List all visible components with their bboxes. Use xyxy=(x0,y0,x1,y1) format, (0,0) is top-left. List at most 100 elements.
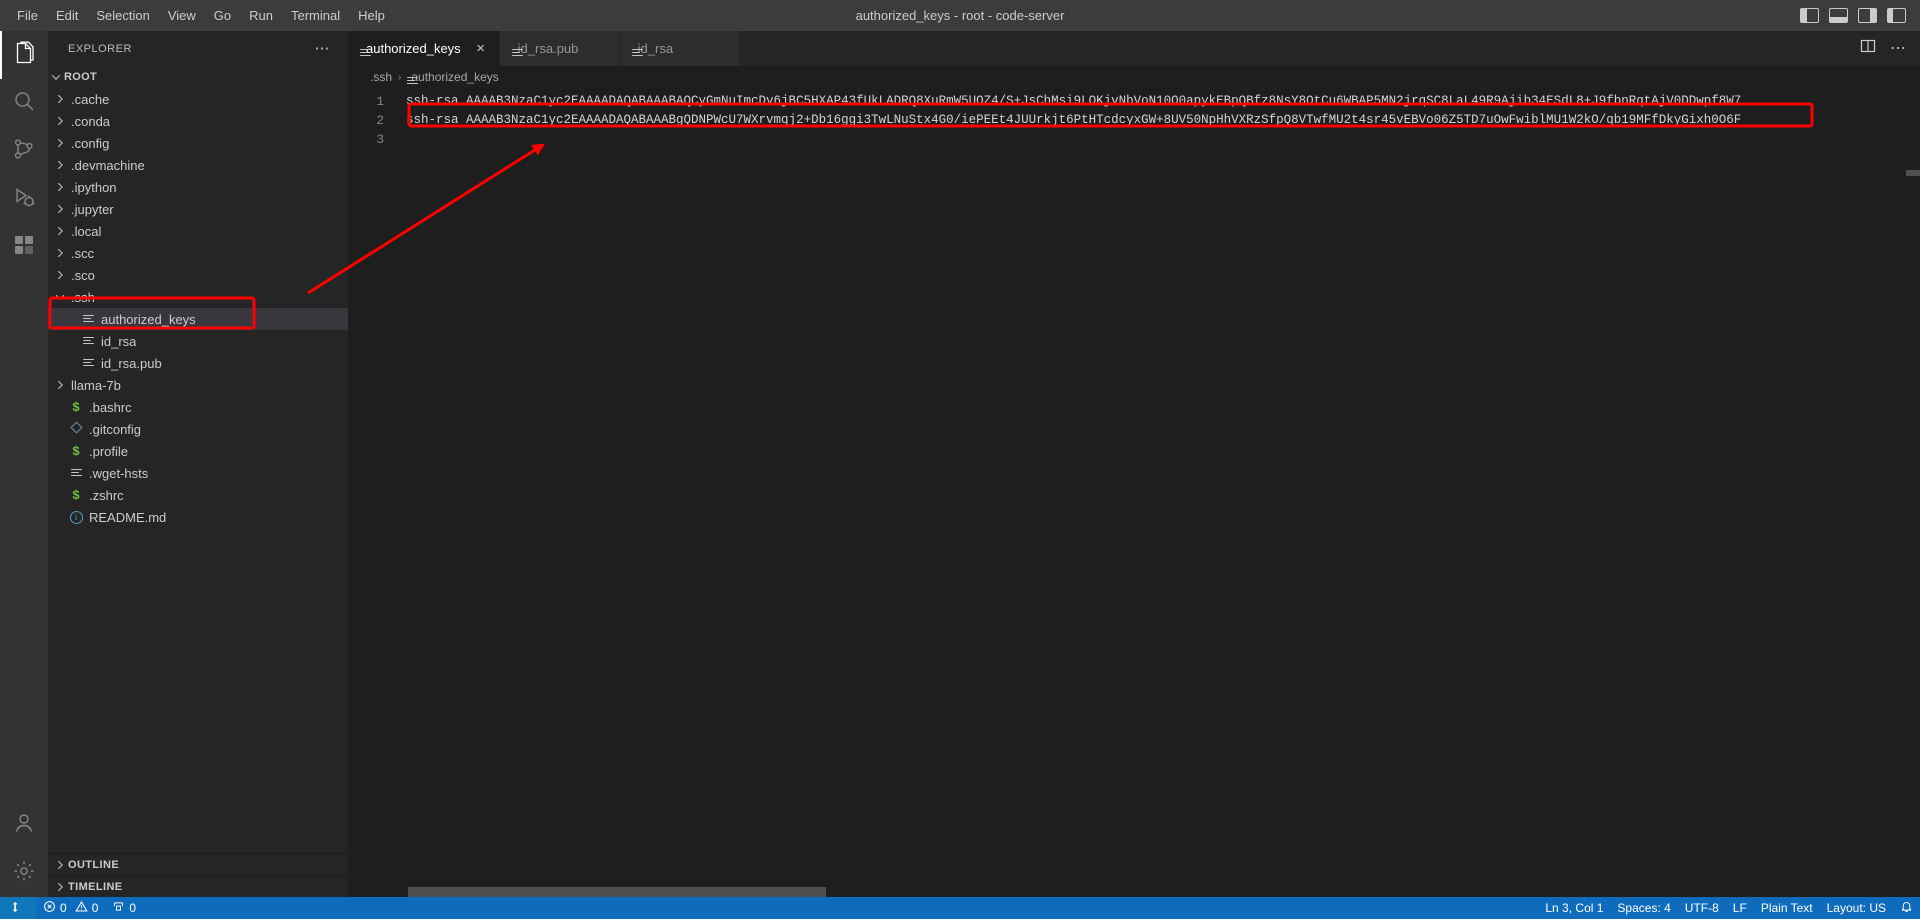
tree-item-ipython[interactable]: .ipython xyxy=(48,176,348,198)
tree-item-bashrc[interactable]: $ .bashrc xyxy=(48,396,348,418)
code-content[interactable]: ssh-rsa AAAAB3NzaC1yc2EAAAADAQABAAABAQCy… xyxy=(406,88,1920,897)
toggle-panel-icon[interactable] xyxy=(1829,8,1848,23)
tree-item-scc[interactable]: .scc xyxy=(48,242,348,264)
activity-bar-item-source-control[interactable] xyxy=(0,127,48,175)
activity-bar-item-manage[interactable] xyxy=(0,849,48,897)
toggle-secondary-sidebar-icon[interactable] xyxy=(1858,8,1877,23)
editor-vertical-scrollbar-thumb[interactable] xyxy=(1906,170,1920,176)
tree-item-label: .ssh xyxy=(71,289,95,305)
menu-item-edit[interactable]: Edit xyxy=(47,5,87,27)
status-notifications[interactable] xyxy=(1893,897,1920,919)
tree-item-config[interactable]: .config xyxy=(48,132,348,154)
tree-item-conda[interactable]: .conda xyxy=(48,110,348,132)
editor-tab-authorized-keys[interactable]: authorized_keys × xyxy=(348,31,500,66)
code-line[interactable] xyxy=(406,130,1920,149)
breadcrumb-item--ssh[interactable]: .ssh xyxy=(370,70,392,84)
tree-root-row[interactable]: ROOT xyxy=(48,66,348,88)
editor-tab-id-rsa-pub[interactable]: id_rsa.pub xyxy=(499,31,620,66)
tree-item-cache[interactable]: .cache xyxy=(48,88,348,110)
tree-item-id-rsa-pub[interactable]: id_rsa.pub xyxy=(48,352,348,374)
activity-bar-item-explorer[interactable] xyxy=(0,31,48,79)
chevron-right-icon[interactable] xyxy=(52,242,68,264)
tree-item-local[interactable]: .local xyxy=(48,220,348,242)
menu-item-view[interactable]: View xyxy=(159,5,205,27)
editor-tab-label: id_rsa xyxy=(637,41,674,56)
chevron-down-icon[interactable] xyxy=(52,286,68,308)
status-ports[interactable]: 0 xyxy=(105,897,143,919)
explorer-title: EXPLORER xyxy=(68,42,132,55)
tree-item-authorized-keys[interactable]: authorized_keys xyxy=(48,308,348,330)
tree-item-label: .zshrc xyxy=(89,487,124,503)
status-problems[interactable]: 0 0 xyxy=(36,897,105,919)
tree-item-ssh[interactable]: .ssh xyxy=(48,286,348,308)
chevron-right-icon[interactable] xyxy=(52,220,68,242)
editor-vertical-scrollbar[interactable] xyxy=(1906,88,1920,897)
tree-item-devmachine[interactable]: .devmachine xyxy=(48,154,348,176)
toggle-primary-sidebar-icon[interactable] xyxy=(1800,8,1819,23)
status-eol[interactable]: LF xyxy=(1726,897,1754,919)
breadcrumb-item-authorized-keys[interactable]: authorized_keys xyxy=(407,70,499,85)
code-editor[interactable]: 1 2 3 ssh-rsa AAAAB3NzaC1yc2EAAAADAQABAAAB… xyxy=(348,88,1920,897)
title-bar: File Edit Selection View Go Run Terminal Help a… xyxy=(0,0,1920,31)
status-language-mode[interactable]: Plain Text xyxy=(1754,897,1820,919)
activity-bar-item-run-and-debug[interactable] xyxy=(0,175,48,223)
chevron-down-icon[interactable] xyxy=(48,66,64,88)
activity-bar xyxy=(0,31,48,897)
activity-bar-item-search[interactable] xyxy=(0,79,48,127)
chevron-right-icon[interactable] xyxy=(52,132,68,154)
tree-item-label: .config xyxy=(71,135,110,151)
split-editor-icon[interactable] xyxy=(1860,38,1876,59)
ports-icon xyxy=(112,900,125,916)
status-warning-count: 0 xyxy=(91,901,99,915)
menu-item-go[interactable]: Go xyxy=(205,5,240,27)
activity-bar-item-accounts[interactable] xyxy=(0,801,48,849)
sidebar-section-outline[interactable]: OUTLINE xyxy=(48,853,348,875)
tree-item-sco[interactable]: .sco xyxy=(48,264,348,286)
tree-item-icon: $ xyxy=(68,488,84,503)
menu-item-run[interactable]: Run xyxy=(240,5,282,27)
code-line[interactable]: ssh-rsa AAAAB3NzaC1yc2EAAAADAQABAAABAQCy… xyxy=(406,92,1920,111)
status-indentation[interactable]: Spaces: 4 xyxy=(1610,897,1677,919)
status-remote-indicator[interactable] xyxy=(0,897,36,919)
chevron-right-icon[interactable] xyxy=(52,88,68,110)
tree-item-readme-md[interactable]: i README.md xyxy=(48,506,348,528)
tree-item-icon xyxy=(68,468,84,478)
chevron-right-icon[interactable] xyxy=(52,110,68,132)
error-icon xyxy=(43,900,56,916)
editor-more-actions-icon[interactable]: ⋯ xyxy=(1890,40,1906,56)
editor-tab-id-rsa[interactable]: id_rsa xyxy=(619,31,740,66)
code-line[interactable]: ssh-rsa AAAAB3NzaC1yc2EAAAADAQABAAABgQDN… xyxy=(406,111,1920,130)
status-cursor-position[interactable]: Ln 3, Col 1 xyxy=(1538,897,1610,919)
menu-item-terminal[interactable]: Terminal xyxy=(282,5,349,27)
chevron-right-icon[interactable] xyxy=(52,176,68,198)
sidebar-section-timeline[interactable]: TIMELINE xyxy=(48,875,348,897)
menu-item-help[interactable]: Help xyxy=(349,5,394,27)
vscode-window: File Edit Selection View Go Run Terminal Help a… xyxy=(0,0,1920,919)
menu-item-file[interactable]: File xyxy=(8,5,47,27)
tree-item-id-rsa[interactable]: id_rsa xyxy=(48,330,348,352)
customize-layout-icon[interactable] xyxy=(1887,8,1906,23)
tree-item-zshrc[interactable]: $ .zshrc xyxy=(48,484,348,506)
tree-item-icon: i xyxy=(68,510,84,524)
chevron-right-icon[interactable] xyxy=(52,154,68,176)
tree-item-gitconfig[interactable]: .gitconfig xyxy=(48,418,348,440)
chevron-right-icon[interactable] xyxy=(52,876,68,898)
file-lines-icon xyxy=(82,314,94,324)
tree-item-jupyter[interactable]: .jupyter xyxy=(48,198,348,220)
close-icon[interactable]: × xyxy=(473,41,489,56)
tree-item-wget-hsts[interactable]: .wget-hsts xyxy=(48,462,348,484)
editor-horizontal-scrollbar-thumb[interactable] xyxy=(408,887,826,897)
tree-twistie-placeholder xyxy=(52,506,68,528)
chevron-right-icon[interactable] xyxy=(52,854,68,876)
explorer-more-actions-icon[interactable]: ⋯ xyxy=(315,41,341,56)
tree-root-label: ROOT xyxy=(64,71,97,83)
status-encoding[interactable]: UTF-8 xyxy=(1678,897,1726,919)
chevron-right-icon[interactable] xyxy=(52,198,68,220)
menu-item-selection[interactable]: Selection xyxy=(87,5,158,27)
activity-bar-item-extensions[interactable] xyxy=(0,223,48,271)
chevron-right-icon[interactable] xyxy=(52,264,68,286)
tree-item-llama-7b[interactable]: llama-7b xyxy=(48,374,348,396)
tree-item-profile[interactable]: $ .profile xyxy=(48,440,348,462)
chevron-right-icon[interactable] xyxy=(52,374,68,396)
status-keyboard-layout[interactable]: Layout: US xyxy=(1820,897,1893,919)
